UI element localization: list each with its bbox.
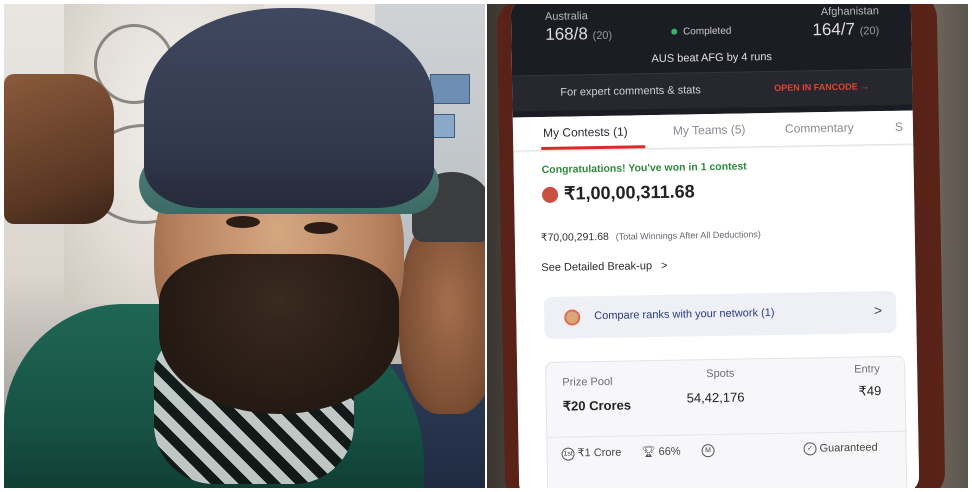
net-winnings: ₹70,00,291.68 (Total Winnings After All …	[541, 228, 761, 244]
match-status: Completed	[671, 26, 731, 38]
photo-phone: Australia 168/8 (20) Completed Afghanist…	[487, 4, 968, 488]
trophy-icon	[541, 186, 559, 204]
man-beard	[159, 254, 399, 414]
card-divider	[547, 430, 908, 438]
entry-value[interactable]: ₹49	[858, 383, 881, 399]
check-circle-icon: ✓	[803, 442, 817, 456]
team1-score: 168/8 (20)	[545, 24, 613, 44]
contest-content: Congratulations! You've won in 1 contest…	[513, 145, 920, 488]
expert-banner: For expert comments & stats OPEN IN FANC…	[511, 68, 913, 112]
first-prize: 1st ₹1 Crore	[561, 446, 622, 461]
photo-winner	[4, 4, 485, 488]
compare-ranks-card[interactable]: Compare ranks with your network (1) >	[543, 290, 897, 339]
first-prize-icon: 1st	[561, 447, 575, 461]
status-dot-icon	[671, 28, 678, 36]
team2-name: Afghanistan	[820, 5, 880, 19]
breakup-link[interactable]: See Detailed Break-up >	[541, 260, 667, 274]
spots-label: Spots	[706, 367, 735, 381]
congrats-message: Congratulations! You've won in 1 contest	[541, 160, 747, 177]
prize-pool-label: Prize Pool	[562, 375, 613, 389]
match-result: AUS beat AFG by 4 runs	[651, 50, 773, 66]
win-percent: 🏆︎ 66%	[641, 445, 681, 459]
avatar-icon	[564, 309, 581, 326]
compare-label: Compare ranks with your network (1)	[594, 306, 775, 323]
match-score-header: Australia 168/8 (20) Completed Afghanist…	[510, 4, 913, 118]
winning-amount: ₹1,00,00,311.68	[563, 181, 695, 204]
beanie-hat	[144, 8, 434, 208]
entry-label: Entry	[854, 363, 880, 376]
net-note: (Total Winnings After All Deductions)	[615, 229, 761, 242]
bystander-face	[399, 214, 485, 414]
tab-commentary[interactable]: Commentary	[785, 121, 854, 136]
prize-pool-value: ₹20 Crores	[562, 397, 632, 414]
phone-screen: Australia 168/8 (20) Completed Afghanist…	[510, 4, 920, 488]
contest-card[interactable]: Prize Pool ₹20 Crores Spots 54,42,176 En…	[544, 355, 908, 488]
guaranteed-badge: ✓ Guaranteed	[803, 441, 878, 456]
multi-entry-icon: M	[701, 444, 715, 458]
tab-my-teams[interactable]: My Teams (5)	[673, 122, 746, 137]
chevron-right-icon: >	[660, 259, 668, 272]
multi-entry-badge: M	[701, 444, 717, 458]
contest-tabs: My Contests (1) My Teams (5) Commentary …	[512, 110, 914, 152]
net-amount: ₹70,00,291.68	[540, 230, 609, 245]
team1-name: Australia	[544, 10, 588, 23]
team2: Afghanistan 164/7 (20)	[799, 5, 880, 40]
chevron-right-icon: >	[873, 302, 883, 319]
team2-score: 164/7 (20)	[812, 19, 880, 40]
tab-scorecard[interactable]: S	[895, 120, 903, 134]
spots-value: 54,42,176	[686, 389, 745, 406]
expert-text: For expert comments & stats	[560, 84, 701, 99]
tab-my-contests[interactable]: My Contests (1)	[543, 125, 628, 140]
trophy-outline-icon: 🏆︎	[641, 446, 656, 459]
hanging-bag	[4, 74, 114, 224]
open-in-fancode-button[interactable]: OPEN IN FANCODE →	[774, 81, 869, 93]
team1: Australia 168/8 (20)	[545, 10, 612, 45]
